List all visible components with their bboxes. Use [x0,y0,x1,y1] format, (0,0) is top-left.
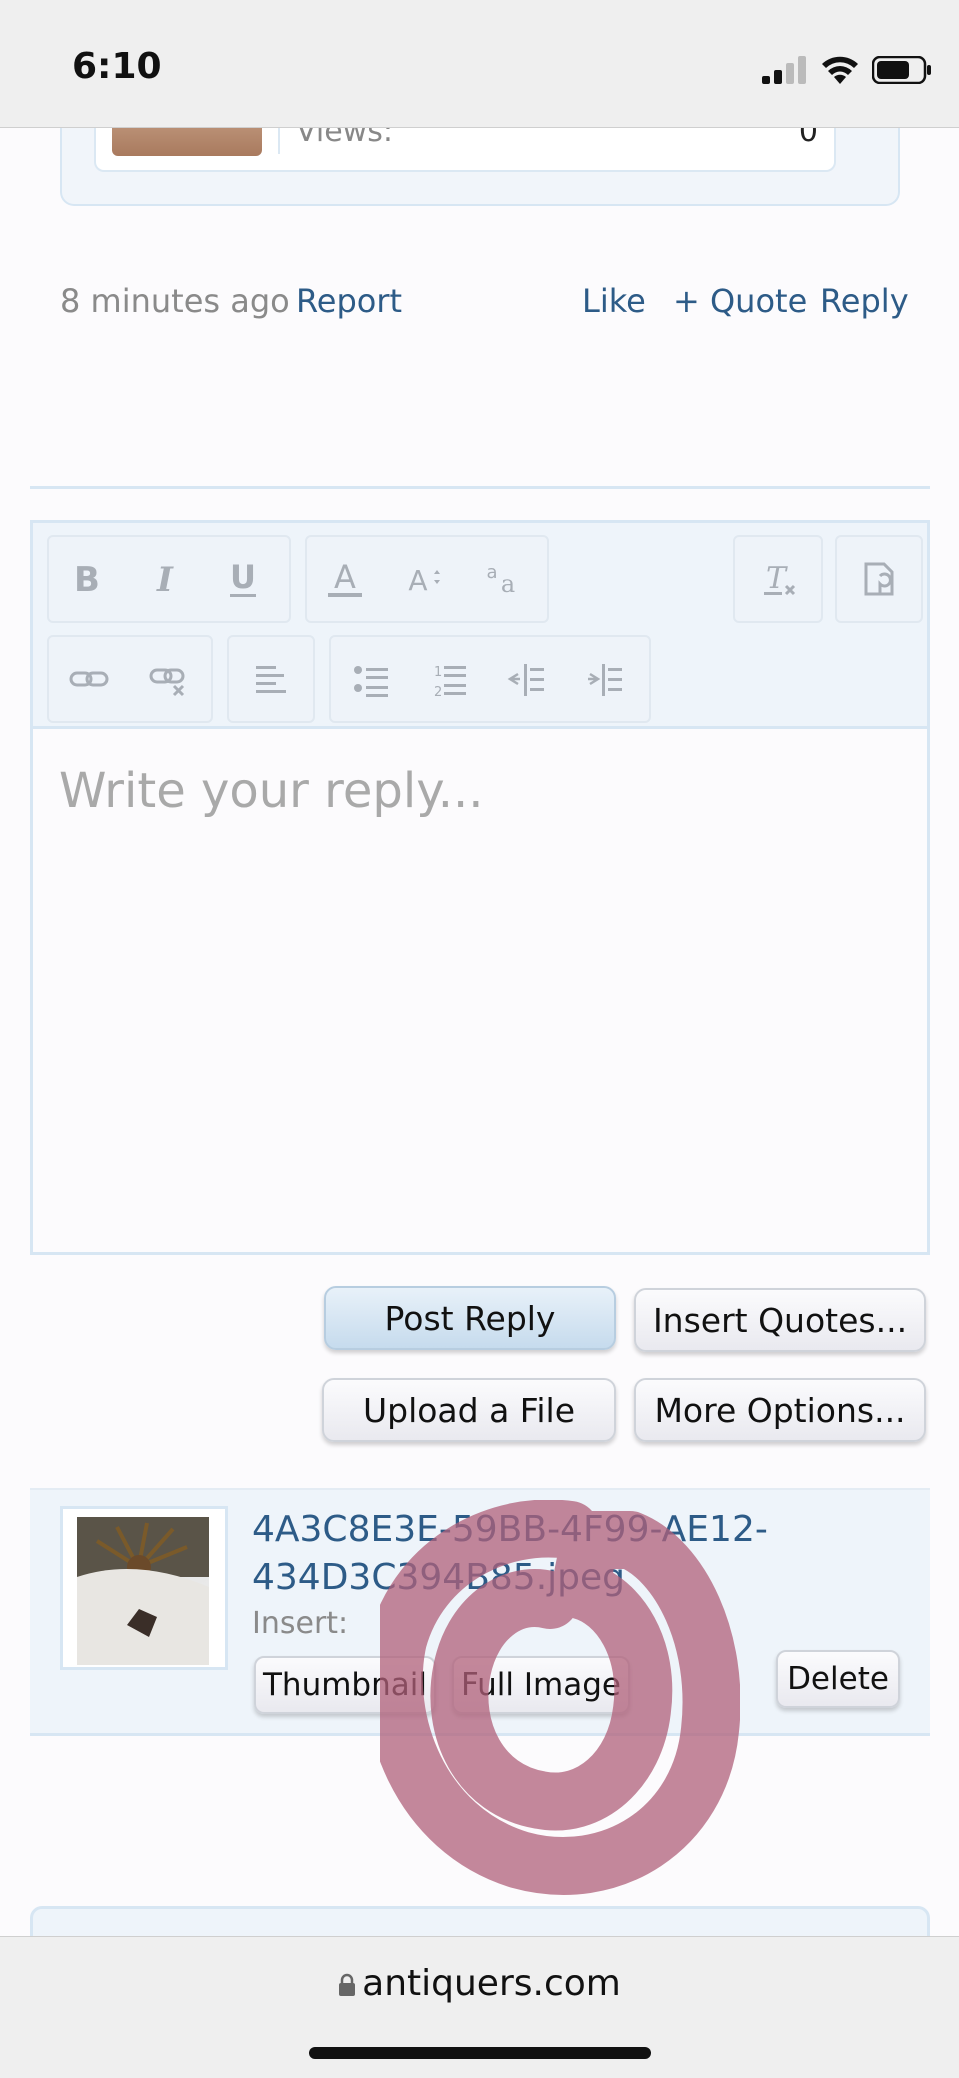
font-family-button[interactable]: aa [463,537,539,621]
svg-text:I: I [156,560,174,600]
browser-address-bar[interactable]: antiquers.com [0,1936,959,2078]
cellular-signal-icon [762,56,806,84]
svg-text:T: T [766,561,788,596]
outdent-icon [507,664,544,696]
text-style-group: B I U [47,535,291,623]
remove-format-button[interactable]: T [741,537,817,621]
insert-thumbnail-button[interactable]: Thumbnail [254,1656,436,1714]
svg-text:B: B [74,560,100,600]
quote-link[interactable]: + Quote [673,282,807,320]
underline-icon: U [230,558,256,597]
status-time: 6:10 [72,46,162,87]
font-color-button[interactable]: A [307,537,383,621]
svg-text:2: 2 [434,685,442,700]
reply-link[interactable]: Reply [820,282,909,320]
attachment-filename-link[interactable]: 4A3C8E3E-59BB-4F99-AE12- 434D3C394B85.jp… [252,1506,772,1602]
attachment-thumbnail[interactable] [77,1517,209,1665]
attachment-filename-line2: 434D3C394B85.jpeg [252,1557,625,1598]
font-size-icon: A [408,564,440,597]
remove-format-icon: T [764,561,796,596]
list-group: 12 [329,635,651,723]
report-link[interactable]: Report [296,282,402,320]
unlink-icon [149,668,185,697]
status-bar: 6:10 [0,0,959,128]
post-reply-button[interactable]: Post Reply [324,1286,616,1350]
more-options-button[interactable]: More Options... [634,1378,926,1442]
remove-format-group: T [733,535,823,623]
indent-button[interactable] [567,637,643,721]
attachment-thumbnail-frame [60,1506,228,1670]
italic-button[interactable]: I [127,537,203,621]
editor-toolbar: B I U A A aa T 1 2 [33,523,927,729]
reply-editor: B I U A A aa T 1 2 Write your reply... [30,520,930,1255]
attachment-thumbnail-image [77,1517,209,1665]
attachment-item: 4A3C8E3E-59BB-4F99-AE12- 434D3C394B85.jp… [30,1488,930,1736]
svg-text:a: a [486,562,497,583]
svg-text:a: a [501,570,515,598]
url-text: antiquers.com [362,1963,621,2004]
like-link[interactable]: Like [582,282,646,320]
svg-text:A: A [334,558,356,596]
link-icon [69,671,109,687]
divider [30,486,930,489]
bold-button[interactable]: B [49,537,125,621]
lock-icon [339,1973,356,1996]
editor-settings-button[interactable] [841,537,917,621]
font-group: A A aa [305,535,549,623]
font-family-icon: aa [486,562,515,598]
insert-full-image-button[interactable]: Full Image [452,1656,630,1714]
home-indicator[interactable] [309,2047,651,2059]
svg-text:A: A [408,564,427,597]
bullet-list-icon [354,666,388,697]
unlink-button[interactable] [131,637,207,721]
align-group [227,635,315,723]
underline-button[interactable]: U [205,537,281,621]
link-group [47,635,213,723]
link-button[interactable] [51,637,127,721]
align-button[interactable] [233,637,309,721]
reply-textarea[interactable]: Write your reply... [59,763,484,819]
indent-icon [588,664,622,696]
numbered-list-button[interactable]: 12 [411,637,487,721]
italic-icon: I [156,560,174,600]
svg-text:1: 1 [434,665,442,680]
editor-settings-icon [864,562,894,596]
delete-attachment-button[interactable]: Delete [776,1650,900,1708]
font-color-icon: A [328,558,362,597]
post-time: 8 minutes ago [60,282,290,320]
numbered-list-icon: 12 [434,665,466,700]
svg-text:U: U [230,558,256,596]
outdent-button[interactable] [489,637,565,721]
bold-icon: B [74,560,100,600]
wifi-icon [822,56,858,84]
insert-quotes-button[interactable]: Insert Quotes... [634,1288,926,1352]
post-actions-row: 8 minutes ago Report Like + Quote Reply [60,282,909,326]
upload-file-button[interactable]: Upload a File [322,1378,616,1442]
attachment-filename-line1: 4A3C8E3E-59BB-4F99-AE12- [252,1509,768,1550]
insert-label: Insert: [252,1606,349,1641]
url-display[interactable]: antiquers.com [0,1963,959,2004]
battery-icon [872,56,931,84]
editor-settings-group [835,535,923,623]
align-icon [256,666,286,693]
bullet-list-button[interactable] [333,637,409,721]
font-size-button[interactable]: A [385,537,461,621]
